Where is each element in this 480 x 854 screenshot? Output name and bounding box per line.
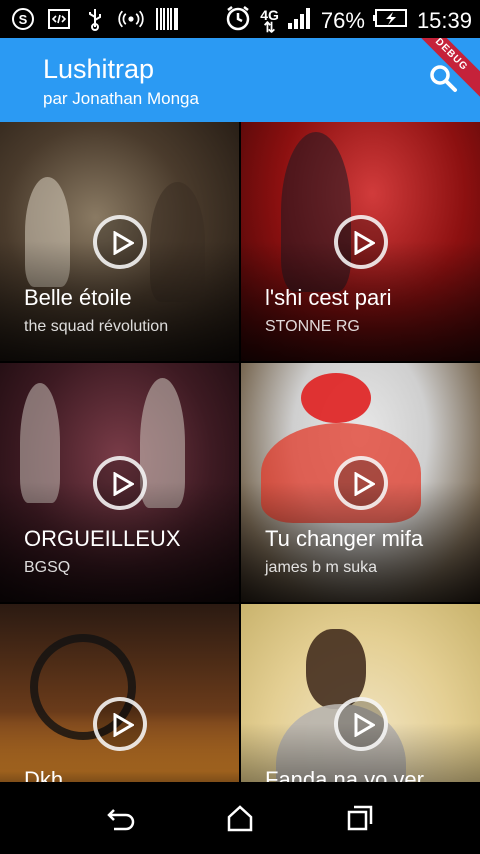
recents-icon [347, 805, 373, 831]
play-button[interactable] [93, 215, 147, 269]
barcode-icon [154, 6, 180, 32]
back-icon [107, 809, 135, 831]
play-button[interactable] [334, 215, 388, 269]
status-left-icons: S [10, 6, 180, 32]
usb-icon [82, 6, 108, 32]
battery-icon [372, 7, 409, 35]
recents-button[interactable] [346, 804, 376, 832]
play-button[interactable] [334, 456, 388, 510]
svg-text:S: S [19, 12, 28, 27]
play-icon [354, 231, 375, 255]
skype-icon: S [10, 6, 36, 32]
play-icon [113, 231, 134, 255]
song-title: Dkh [24, 767, 64, 782]
song-artist: STONNE RG [265, 318, 360, 335]
song-grid: Belle étoile the squad révolution l'shi … [0, 122, 480, 782]
song-card[interactable]: Tu changer mifa james b m suka [241, 363, 480, 602]
signal-icon [287, 6, 313, 36]
navigation-bar [0, 782, 480, 854]
play-icon [113, 713, 134, 737]
network-icon: 4G ⇅ [260, 7, 279, 35]
song-artist: james b m suka [265, 559, 378, 576]
song-card[interactable]: ORGUEILLEUX BGSQ [0, 363, 239, 602]
play-icon [113, 472, 134, 496]
battery-percent: 76% [320, 8, 365, 33]
app-title: Lushitrap [43, 54, 155, 84]
song-card[interactable]: Belle étoile the squad révolution [0, 122, 239, 361]
status-bar: S 4G ⇅ 76% 15:39 [0, 0, 480, 38]
app-bar: Lushitrap par Jonathan Monga DEBUG [0, 38, 480, 122]
song-artist: BGSQ [24, 559, 71, 576]
home-icon [227, 805, 253, 832]
song-title: Belle étoile [24, 285, 132, 310]
song-artist: the squad révolution [24, 318, 169, 335]
song-card[interactable]: Dkh [0, 604, 239, 782]
network-type-label: 4G [260, 7, 279, 23]
status-right-icons: 4G ⇅ 76% 15:39 [224, 4, 472, 38]
code-icon [46, 6, 72, 32]
play-icon [354, 472, 375, 496]
song-title: ORGUEILLEUX [24, 526, 181, 551]
play-icon [354, 713, 375, 737]
song-title: l'shi cest pari [265, 285, 392, 310]
home-button[interactable] [226, 804, 256, 832]
song-card[interactable]: Fanda na yo ver [241, 604, 480, 782]
alarm-icon [224, 4, 252, 38]
song-card[interactable]: l'shi cest pari STONNE RG [241, 122, 480, 361]
play-button[interactable] [334, 697, 388, 751]
back-button[interactable] [106, 804, 136, 832]
play-button[interactable] [93, 697, 147, 751]
hotspot-icon [118, 6, 144, 32]
cover-art [301, 373, 371, 423]
app-subtitle: par Jonathan Monga [43, 89, 199, 108]
song-title: Fanda na yo ver [265, 767, 424, 782]
play-button[interactable] [93, 456, 147, 510]
song-title: Tu changer mifa [265, 526, 424, 551]
clock: 15:39 [416, 8, 472, 33]
